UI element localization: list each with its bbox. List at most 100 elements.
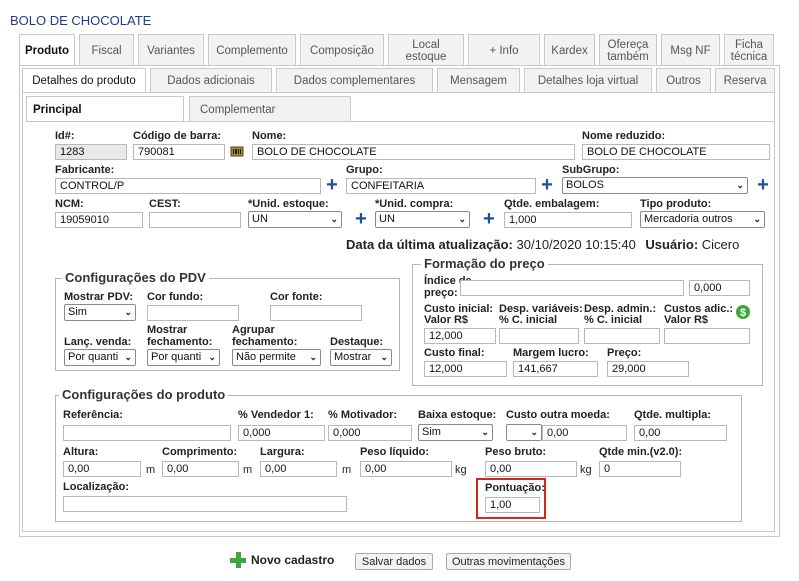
- height-field[interactable]: 0,00: [63, 461, 141, 477]
- low-stock-label: Baixa estoque:: [418, 409, 497, 421]
- price-field[interactable]: 29,000: [607, 361, 689, 377]
- tab-ficha-tecnica[interactable]: Ficha técnica: [724, 34, 774, 66]
- tab-local-estoque[interactable]: Local estoque: [388, 34, 464, 66]
- seller-pct-field[interactable]: 0,000: [238, 425, 325, 441]
- tab-outros[interactable]: Outros: [656, 68, 711, 93]
- var-expenses-field[interactable]: [499, 328, 579, 344]
- tab-msg-nf[interactable]: Msg NF: [661, 34, 720, 66]
- multiple-qty-field[interactable]: 0,00: [634, 425, 727, 441]
- width-field[interactable]: 0,00: [260, 461, 337, 477]
- other-currency-select[interactable]: ⌄: [506, 424, 542, 441]
- tab-variantes[interactable]: Variantes: [138, 34, 204, 66]
- pdv-config-title: Configurações do PDV: [62, 271, 209, 285]
- group-field[interactable]: CONFEITARIA: [346, 178, 536, 194]
- unit-purchase-label: *Unid. compra:: [375, 198, 454, 210]
- other-movements-button[interactable]: Outras movimentações: [446, 553, 571, 570]
- tab-detalhes-loja-virtual[interactable]: Detalhes loja virtual: [524, 68, 652, 93]
- final-cost-label: Custo final:: [424, 347, 485, 359]
- ncm-field[interactable]: 19059010: [55, 212, 143, 228]
- tab-kardex[interactable]: Kardex: [544, 34, 595, 66]
- motivator-pct-label: % Motivador:: [328, 409, 398, 421]
- tab-composicao[interactable]: Composição: [300, 34, 384, 66]
- add-subgroup-plus-icon[interactable]: +: [756, 175, 770, 195]
- tab-complementar[interactable]: Complementar: [189, 96, 351, 122]
- show-pdv-select[interactable]: Sim ⌄: [64, 304, 136, 321]
- chevron-down-icon: ⌄: [736, 180, 744, 190]
- price-index-field[interactable]: [460, 280, 684, 296]
- last-update-date: 30/10/2020 10:15:40: [516, 237, 636, 252]
- new-record-button[interactable]: Novo cadastro: [251, 553, 334, 567]
- launch-sale-select[interactable]: Por quanti ⌄: [64, 349, 136, 366]
- location-field[interactable]: [63, 496, 347, 512]
- bg-color-field[interactable]: [147, 305, 239, 321]
- unit-purchase-select[interactable]: UN ⌄: [375, 211, 470, 228]
- length-unit: m: [243, 464, 253, 476]
- reference-field[interactable]: [63, 425, 231, 441]
- tab-ofereca-tambem[interactable]: Ofereça também: [599, 34, 657, 66]
- highlight-select[interactable]: Mostrar ⌄: [330, 349, 392, 366]
- id-field: 1283: [55, 144, 127, 160]
- unit-stock-select[interactable]: UN ⌄: [248, 211, 342, 228]
- cest-field[interactable]: [149, 212, 241, 228]
- score-field[interactable]: 1,00: [485, 497, 540, 513]
- name-label: Nome:: [252, 130, 287, 142]
- profit-margin-label: Margem lucro:: [513, 347, 589, 359]
- motivator-pct-field[interactable]: 0,000: [328, 425, 412, 441]
- last-update: Data da última atualização: 30/10/2020 1…: [346, 237, 739, 252]
- group-closing-select[interactable]: Não permite ⌄: [232, 349, 321, 366]
- manufacturer-field[interactable]: CONTROL/P: [55, 178, 321, 194]
- dollar-icon[interactable]: $: [736, 304, 750, 320]
- barcode-generator-icon[interactable]: [230, 144, 244, 158]
- add-group-plus-icon[interactable]: +: [540, 175, 554, 195]
- tab-complemento[interactable]: Complemento: [208, 34, 296, 66]
- font-color-field[interactable]: [270, 305, 362, 321]
- barcode-field[interactable]: 790081: [133, 144, 225, 160]
- chevron-down-icon: ⌄: [124, 307, 132, 317]
- product-type-label: Tipo produto:: [640, 198, 712, 210]
- tab-produto[interactable]: Produto: [19, 34, 75, 66]
- show-closing-select[interactable]: Por quanti ⌄: [147, 349, 220, 366]
- tab-mais-info[interactable]: + Info: [468, 34, 540, 66]
- add-unit-purchase-plus-icon[interactable]: +: [482, 209, 496, 229]
- gross-weight-field[interactable]: 0,00: [485, 461, 577, 477]
- tab-reserva[interactable]: Reserva: [715, 68, 775, 93]
- admin-expenses-field[interactable]: [584, 328, 660, 344]
- length-field[interactable]: 0,00: [162, 461, 239, 477]
- font-color-label: Cor fonte:: [270, 291, 323, 303]
- tab-dados-adicionais[interactable]: Dados adicionais: [150, 68, 272, 93]
- subgroup-select[interactable]: BOLOS ⌄: [562, 177, 748, 194]
- save-button[interactable]: Salvar dados: [355, 553, 433, 570]
- product-type-select[interactable]: Mercadoria outros ⌄: [640, 211, 765, 228]
- svg-text:$: $: [740, 307, 746, 319]
- qty-package-label: Qtde. embalagem:: [504, 198, 600, 210]
- short-name-field[interactable]: BOLO DE CHOCOLATE: [582, 144, 770, 160]
- additional-costs-field[interactable]: [664, 328, 750, 344]
- var-expenses-label-2: % C. inicial: [499, 314, 558, 326]
- new-plus-icon[interactable]: [230, 552, 246, 568]
- price-index-value-field[interactable]: 0,000: [689, 280, 750, 296]
- add-manufacturer-plus-icon[interactable]: +: [325, 175, 339, 195]
- tab-mensagem[interactable]: Mensagem: [437, 68, 520, 93]
- low-stock-select[interactable]: Sim ⌄: [418, 424, 493, 441]
- group-label: Grupo:: [346, 164, 383, 176]
- add-unit-stock-plus-icon[interactable]: +: [354, 209, 368, 229]
- cost-initial-field[interactable]: 12,000: [424, 328, 496, 344]
- launch-sale-label: Lanç. venda:: [64, 336, 132, 348]
- profit-margin-field[interactable]: 141,667: [513, 361, 598, 377]
- tab-principal[interactable]: Principal: [26, 96, 184, 122]
- multiple-qty-label: Qtde. multipla:: [634, 409, 711, 421]
- show-pdv-value: Sim: [68, 306, 87, 318]
- unit-stock-label: *Unid. estoque:: [248, 198, 329, 210]
- tab-dados-complementares[interactable]: Dados complementares: [276, 68, 433, 93]
- additional-costs-label-2: Valor R$: [664, 314, 709, 326]
- width-label: Largura:: [260, 446, 305, 458]
- other-currency-cost-field[interactable]: 0,00: [542, 425, 627, 441]
- group-closing-label-2: fechamento:: [232, 336, 298, 348]
- name-field[interactable]: BOLO DE CHOCOLATE: [252, 144, 575, 160]
- tab-fiscal[interactable]: Fiscal: [79, 34, 134, 66]
- net-weight-field[interactable]: 0,00: [360, 461, 452, 477]
- tab-detalhes-produto[interactable]: Detalhes do produto: [22, 68, 146, 93]
- show-pdv-label: Mostrar PDV:: [64, 291, 134, 303]
- min-qty-field[interactable]: 0: [599, 461, 681, 477]
- qty-package-field[interactable]: 1,000: [504, 212, 632, 228]
